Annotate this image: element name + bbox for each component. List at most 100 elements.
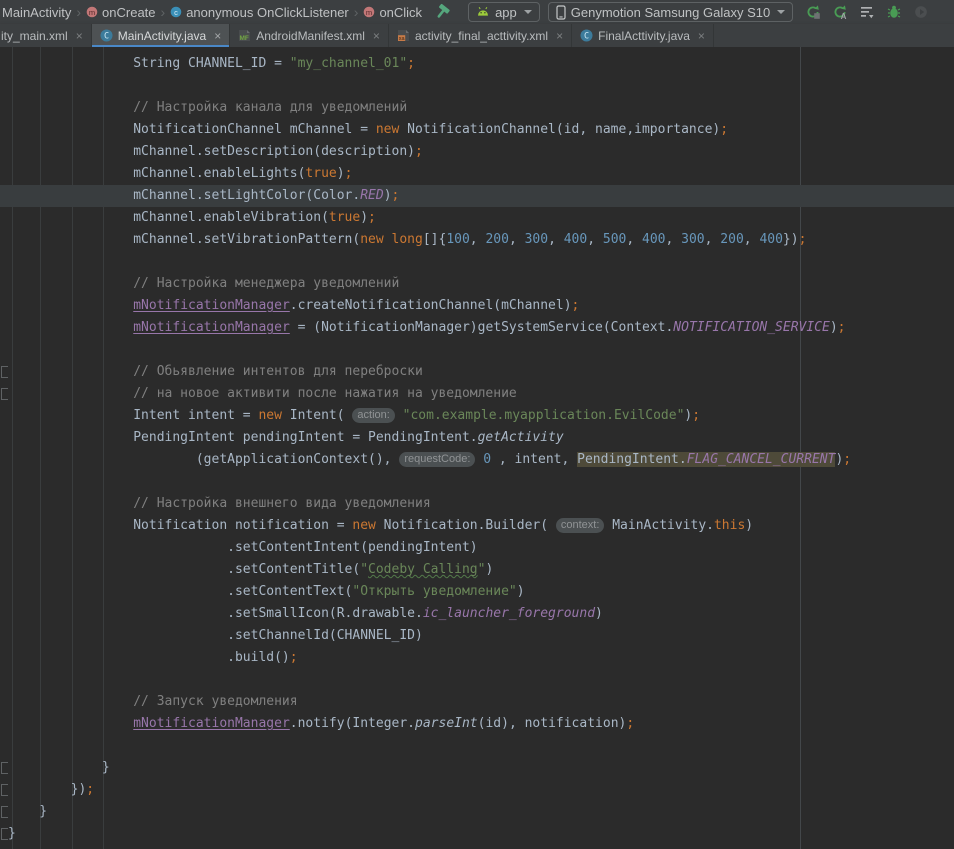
code-token: ) (384, 188, 392, 203)
attach-debugger-button[interactable] (913, 4, 929, 20)
breadcrumb-item-onclick[interactable]: monClick (361, 5, 424, 20)
code-line[interactable]: // Запуск уведомления (0, 691, 954, 713)
code-line[interactable]: PendingIntent pendingIntent = PendingInt… (0, 427, 954, 449)
manifest-icon: MF (238, 29, 251, 42)
code-line[interactable]: .setSmallIcon(R.drawable.ic_launcher_for… (0, 603, 954, 625)
code-token: 100 (446, 232, 469, 247)
breadcrumb-item-anonymous-onclicklistener[interactable]: c anonymous OnClickListener (168, 5, 351, 20)
code-token: parseInt (415, 716, 478, 731)
code-token: new (352, 518, 375, 533)
code-token: ; (345, 166, 353, 181)
code-token: "Открыть уведомление" (352, 584, 516, 599)
tab-close-icon[interactable]: × (698, 29, 705, 43)
tab-mainactivity-java[interactable]: CMainActivity.java× (92, 24, 231, 47)
parameter-hint: context: (556, 518, 605, 533)
code-line[interactable]: // Настройка менеджера уведомлений (0, 273, 954, 295)
code-token: getActivity (478, 430, 564, 445)
code-line[interactable]: } (0, 757, 954, 779)
code-token: .build() (8, 650, 290, 665)
code-line[interactable]: }); (0, 779, 954, 801)
run-configuration-label: app (495, 5, 517, 20)
code-line[interactable]: } (0, 823, 954, 845)
breadcrumb-separator-icon: › (351, 4, 362, 20)
code-token: 400 (642, 232, 665, 247)
tab-close-icon[interactable]: × (373, 29, 380, 43)
code-line[interactable]: .setContentIntent(pendingIntent) (0, 537, 954, 559)
code-token: ) (830, 320, 838, 335)
code-line[interactable] (0, 735, 954, 757)
svg-text:MF: MF (240, 35, 249, 42)
tab-finalacttivity-java[interactable]: CFinalActtivity.java× (572, 24, 714, 47)
code-line[interactable]: mNotificationManager.createNotificationC… (0, 295, 954, 317)
code-line[interactable] (0, 471, 954, 493)
code-line[interactable]: .setContentTitle("Codeby Calling") (0, 559, 954, 581)
chevron-down-icon (524, 10, 532, 14)
code-token: .setChannelId(CHANNEL_ID) (8, 628, 423, 643)
code-token: // Обьявление интентов для переброски (8, 364, 423, 379)
breadcrumb-label: MainActivity (2, 5, 71, 20)
tab-close-icon[interactable]: × (556, 29, 563, 43)
code-token: ; (626, 716, 634, 731)
code-token: ; (368, 210, 376, 225)
code-line[interactable]: Notification notification = new Notifica… (0, 515, 954, 537)
code-token: Intent( (282, 408, 352, 423)
code-line[interactable]: mChannel.enableLights(true); (0, 163, 954, 185)
code-line[interactable]: .setChannelId(CHANNEL_ID) (0, 625, 954, 647)
code-line[interactable]: NotificationChannel mChannel = new Notif… (0, 119, 954, 141)
code-line[interactable]: mNotificationManager.notify(Integer.pars… (0, 713, 954, 735)
device-selector[interactable]: Genymotion Samsung Galaxy S10 (548, 2, 793, 22)
code-line[interactable]: // Настройка канала для уведомлений (0, 97, 954, 119)
svg-text:m: m (366, 8, 372, 17)
code-line[interactable]: mChannel.setVibrationPattern(new long[]{… (0, 229, 954, 251)
code-line[interactable]: mChannel.setDescription(description); (0, 141, 954, 163)
code-token: .notify(Integer. (290, 716, 415, 731)
code-line[interactable]: String CHANNEL_ID = "my_channel_01"; (0, 53, 954, 75)
code-token: true (329, 210, 360, 225)
apply-changes-and-restart-button[interactable] (805, 4, 821, 20)
code-token: 400 (759, 232, 782, 247)
code-token: ) (595, 606, 603, 621)
code-token: PendingIntent pendingIntent = PendingInt… (8, 430, 478, 445)
breadcrumb-label: anonymous OnClickListener (186, 5, 349, 20)
code-token: .setContentIntent(pendingIntent) (8, 540, 478, 555)
code-line[interactable]: } (0, 801, 954, 823)
tab-close-icon[interactable]: × (76, 29, 83, 43)
hammer-build-icon[interactable] (434, 3, 454, 21)
code-line[interactable] (0, 75, 954, 97)
code-line[interactable] (0, 339, 954, 361)
code-token: mChannel.setDescription(description) (8, 144, 415, 159)
code-line[interactable] (0, 669, 954, 691)
code-line[interactable]: // на новое активити после нажатия на ув… (0, 383, 954, 405)
debug-button[interactable] (886, 4, 902, 20)
svg-text:c: c (174, 8, 178, 17)
code-line[interactable]: mNotificationManager = (NotificationMana… (0, 317, 954, 339)
tab-androidmanifest-xml[interactable]: MFAndroidManifest.xml× (230, 24, 389, 47)
code-token: // Настройка менеджера уведомлений (8, 276, 399, 291)
apply-code-changes-button[interactable]: A (832, 4, 848, 20)
code-editor[interactable]: String CHANNEL_ID = "my_channel_01"; // … (0, 47, 954, 849)
code-token: []{ (423, 232, 446, 247)
code-line[interactable]: .setContentText("Открыть уведомление") (0, 581, 954, 603)
breadcrumb-item-oncreate[interactable]: monCreate (84, 5, 157, 20)
code-line[interactable]: Intent intent = new Intent( action: "com… (0, 405, 954, 427)
code-line[interactable]: .build(); (0, 647, 954, 669)
code-line[interactable]: // Настройка внешнего вида уведомления (0, 493, 954, 515)
profiler-button[interactable] (859, 4, 875, 20)
code-token: , (626, 232, 642, 247)
method-icon: m (86, 6, 98, 18)
code-line[interactable]: mChannel.setLightColor(Color.RED); (0, 185, 954, 207)
code-line[interactable] (0, 251, 954, 273)
tab-ity-main-xml[interactable]: ity_main.xml× (0, 24, 92, 47)
code-line[interactable]: mChannel.enableVibration(true); (0, 207, 954, 229)
code-token: true (305, 166, 336, 181)
tab-activity-final-acttivity-xml[interactable]: xaactivity_final_acttivity.xml× (389, 24, 572, 47)
code-token: , (470, 232, 486, 247)
code-line[interactable]: // Обьявление интентов для переброски (0, 361, 954, 383)
code-line[interactable]: (getApplicationContext(), requestCode: 0… (0, 449, 954, 471)
anonymous-class-icon: c (170, 6, 182, 18)
tab-close-icon[interactable]: × (214, 29, 221, 43)
code-area[interactable]: String CHANNEL_ID = "my_channel_01"; // … (0, 47, 954, 845)
breadcrumb-item-mainactivity[interactable]: MainActivity (0, 5, 73, 20)
run-configuration-select[interactable]: app (468, 2, 540, 22)
code-token: RED (360, 188, 383, 203)
